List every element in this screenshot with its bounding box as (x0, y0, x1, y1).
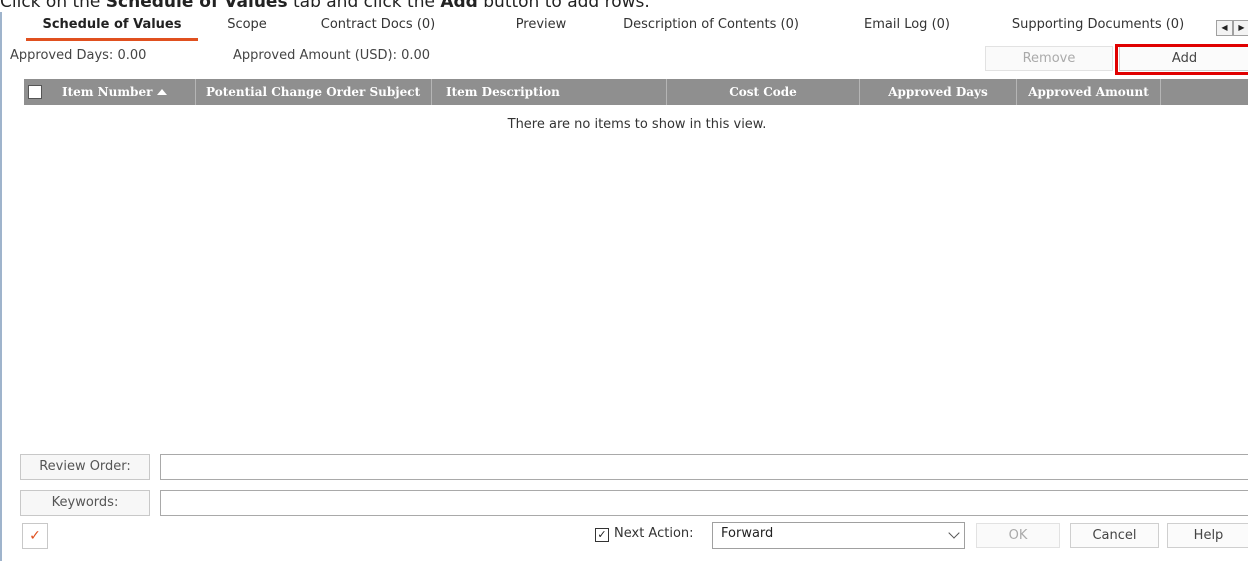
column-cost-code[interactable]: Cost Code (667, 79, 860, 105)
footer-bar: ✓ ✓ Next Action: Forward OK Cancel Help (2, 518, 1248, 558)
grid-header: Item Number Potential Change Order Subje… (24, 79, 1248, 105)
summary-bar: Approved Days: 0.00 Approved Amount (USD… (2, 42, 1248, 76)
review-order-label: Review Order: (20, 454, 150, 480)
tab-scope[interactable]: Scope (217, 17, 277, 39)
tab-scroll-controls: ◀ ▶ (1216, 20, 1248, 36)
column-item-number-label: Item Number (62, 85, 153, 99)
instruction-tab-name: Schedule of Values (105, 0, 288, 12)
column-potential-change-order-subject[interactable]: Potential Change Order Subject (196, 79, 432, 105)
instruction-prefix: Click on the (0, 0, 101, 12)
next-action-value: Forward (721, 526, 774, 541)
column-approved-days[interactable]: Approved Days (860, 79, 1017, 105)
tab-email-log[interactable]: Email Log (0) (849, 17, 965, 39)
instruction-suffix: button to add rows. (483, 0, 650, 12)
sort-ascending-icon (157, 89, 168, 95)
next-action-label: Next Action: (614, 526, 694, 541)
tab-preview[interactable]: Preview (502, 17, 580, 39)
arrow-right-icon[interactable]: ▶ (1233, 20, 1248, 36)
next-action-select[interactable]: Forward (712, 522, 965, 549)
column-item-number[interactable]: Item Number (48, 79, 196, 105)
ok-button[interactable]: OK (976, 523, 1060, 548)
tab-schedule-of-values[interactable]: Schedule of Values (26, 17, 198, 39)
next-action-checkbox[interactable]: ✓ (595, 528, 609, 542)
approved-amount-text: Approved Amount (USD): 0.00 (233, 48, 431, 63)
tab-supporting-documents[interactable]: Supporting Documents (0) (995, 17, 1201, 39)
review-order-row: Review Order: (2, 452, 1248, 482)
tab-contract-docs[interactable]: Contract Docs (0) (308, 17, 448, 39)
tab-bar: Schedule of Values Scope Contract Docs (… (2, 12, 1248, 42)
keywords-row: Keywords: (2, 488, 1248, 518)
column-item-description[interactable]: Item Description (432, 79, 667, 105)
select-all-checkbox[interactable] (28, 85, 42, 99)
chevron-down-icon (948, 527, 960, 539)
schedule-grid: Item Number Potential Change Order Subje… (24, 79, 1248, 442)
dialog-frame: Schedule of Values Scope Contract Docs (… (0, 12, 1248, 561)
approved-days-text: Approved Days: 0.00 (10, 48, 147, 63)
tab-description-of-contents[interactable]: Description of Contents (0) (612, 17, 810, 39)
keywords-label: Keywords: (20, 490, 150, 516)
help-button[interactable]: Help (1167, 523, 1248, 548)
column-approved-amount[interactable]: Approved Amount (1017, 79, 1161, 105)
instruction-middle: tab and click the (292, 0, 435, 12)
instruction-button-name: Add (440, 0, 478, 12)
active-tab-indicator (26, 38, 198, 41)
arrow-left-icon[interactable]: ◀ (1216, 20, 1233, 36)
add-button[interactable]: Add (1119, 46, 1248, 71)
cancel-button[interactable]: Cancel (1070, 523, 1159, 548)
remove-button[interactable]: Remove (985, 46, 1113, 71)
review-order-input[interactable] (160, 454, 1248, 480)
keywords-input[interactable] (160, 490, 1248, 516)
empty-grid-message: There are no items to show in this view. (507, 117, 767, 132)
spell-check-icon[interactable]: ✓ (22, 523, 48, 549)
